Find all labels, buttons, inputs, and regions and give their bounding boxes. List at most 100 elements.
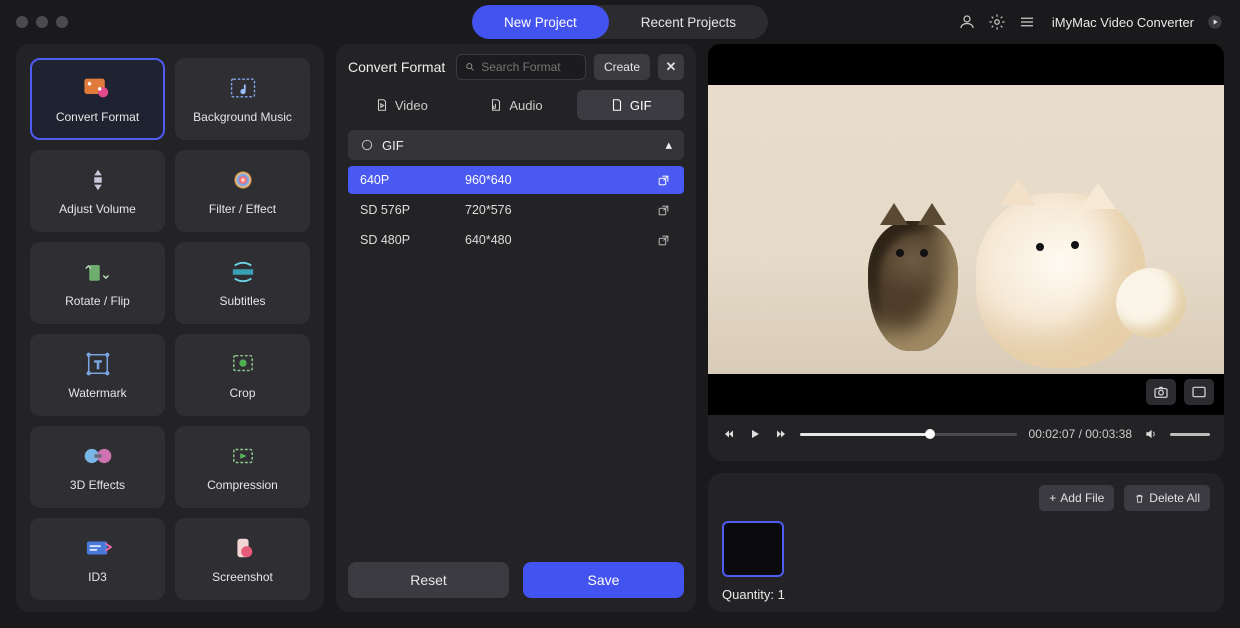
tool-filter-effect[interactable]: Filter / Effect <box>175 150 310 232</box>
video-viewport[interactable] <box>708 44 1224 415</box>
tool-label: Adjust Volume <box>59 202 136 216</box>
tool-label: Watermark <box>68 386 126 400</box>
tool-label: 3D Effects <box>70 478 125 492</box>
format-row[interactable]: 640P960*640 <box>348 166 684 194</box>
tab-video[interactable]: Video <box>348 90 455 120</box>
tool-screenshot[interactable]: Screenshot <box>175 518 310 600</box>
3d-effects-icon <box>81 442 115 470</box>
watermark-icon: T <box>81 350 115 378</box>
quantity-display: Quantity: 1 <box>722 587 1210 602</box>
reset-button[interactable]: Reset <box>348 562 509 598</box>
tool-label: Background Music <box>193 110 292 124</box>
tool-id3[interactable]: ID3 <box>30 518 165 600</box>
file-bar: + Add File Delete All Quantity: 1 <box>708 473 1224 612</box>
format-search[interactable] <box>456 54 586 80</box>
tool-label: Rotate / Flip <box>65 294 130 308</box>
tab-new-project[interactable]: New Project <box>472 5 609 39</box>
tab-audio-label: Audio <box>509 98 542 113</box>
time-total: 00:03:38 <box>1085 427 1132 441</box>
quantity-value: 1 <box>778 587 785 602</box>
open-format-button[interactable] <box>654 231 672 249</box>
subtitles-icon <box>226 258 260 286</box>
tools-panel: Convert Format Background Music Adjust Vol… <box>16 44 324 612</box>
gear-icon[interactable] <box>988 13 1006 31</box>
screenshot-icon <box>226 534 260 562</box>
tool-compression[interactable]: Compression <box>175 426 310 508</box>
time-current: 00:02:07 <box>1029 427 1076 441</box>
tool-watermark[interactable]: T Watermark <box>30 334 165 416</box>
traffic-max[interactable] <box>56 16 68 28</box>
panel-title: Convert Format <box>348 59 445 75</box>
svg-text:T: T <box>94 360 101 372</box>
format-resolution: 720*576 <box>465 203 654 217</box>
tool-background-music[interactable]: Background Music <box>175 58 310 140</box>
delete-all-button[interactable]: Delete All <box>1124 485 1210 511</box>
delete-all-label: Delete All <box>1149 491 1200 505</box>
video-frame <box>708 85 1224 374</box>
preview-panel: 00:02:07 / 00:03:38 <box>708 44 1224 461</box>
create-format-button[interactable]: Create <box>594 54 650 80</box>
add-file-label: Add File <box>1060 491 1104 505</box>
menu-icon[interactable] <box>1018 13 1036 31</box>
close-panel-button[interactable]: ✕ <box>658 54 684 80</box>
gif-file-icon <box>610 98 624 112</box>
play-chip-icon[interactable] <box>1206 13 1224 31</box>
format-row[interactable]: SD 480P640*480 <box>348 226 684 254</box>
format-group-header[interactable]: GIF ▴ <box>348 130 684 160</box>
volume-button[interactable] <box>1144 427 1158 441</box>
project-segmented-control: New Project Recent Projects <box>472 5 768 39</box>
background-music-icon <box>226 74 260 102</box>
open-format-button[interactable] <box>654 171 672 189</box>
compression-icon <box>226 442 260 470</box>
tool-label: Convert Format <box>56 110 139 124</box>
tool-3d-effects[interactable]: 3D Effects <box>30 426 165 508</box>
chevron-up-icon: ▴ <box>665 137 672 153</box>
open-format-button[interactable] <box>654 201 672 219</box>
account-icon[interactable] <box>958 13 976 31</box>
skip-back-button[interactable] <box>722 427 736 441</box>
format-search-input[interactable] <box>481 60 577 74</box>
adjust-volume-icon <box>81 166 115 194</box>
seek-bar[interactable] <box>800 433 1017 436</box>
app-name: iMyMac Video Converter <box>1052 15 1194 30</box>
format-name: SD 480P <box>360 233 465 247</box>
plus-icon: + <box>1049 491 1056 505</box>
tab-video-label: Video <box>395 98 428 113</box>
transport-bar: 00:02:07 / 00:03:38 <box>708 415 1224 453</box>
tool-label: Filter / Effect <box>209 202 276 216</box>
traffic-lights <box>16 16 68 28</box>
preview-subject-1 <box>868 221 958 351</box>
tab-gif[interactable]: GIF <box>577 90 684 120</box>
add-file-button[interactable]: + Add File <box>1039 485 1114 511</box>
tool-subtitles[interactable]: Subtitles <box>175 242 310 324</box>
skip-forward-button[interactable] <box>774 427 788 441</box>
time-display: 00:02:07 / 00:03:38 <box>1029 427 1132 441</box>
format-name: 640P <box>360 173 465 187</box>
fullscreen-button[interactable] <box>1184 379 1214 405</box>
play-button[interactable] <box>748 427 762 441</box>
tool-convert-format[interactable]: Convert Format <box>30 58 165 140</box>
traffic-close[interactable] <box>16 16 28 28</box>
tool-crop[interactable]: Crop <box>175 334 310 416</box>
audio-file-icon <box>489 98 503 112</box>
format-resolution: 960*640 <box>465 173 654 187</box>
tool-adjust-volume[interactable]: Adjust Volume <box>30 150 165 232</box>
snapshot-button[interactable] <box>1146 379 1176 405</box>
gif-group-icon <box>360 138 374 152</box>
tool-rotate-flip[interactable]: Rotate / Flip <box>30 242 165 324</box>
format-resolution: 640*480 <box>465 233 654 247</box>
format-row[interactable]: SD 576P720*576 <box>348 196 684 224</box>
tool-label: Compression <box>207 478 278 492</box>
traffic-min[interactable] <box>36 16 48 28</box>
file-thumbnail[interactable] <box>722 521 784 577</box>
fullscreen-icon <box>1191 385 1207 399</box>
tool-label: ID3 <box>88 570 107 584</box>
volume-slider[interactable] <box>1170 433 1210 436</box>
id3-icon <box>81 534 115 562</box>
video-file-icon <box>375 98 389 112</box>
save-button[interactable]: Save <box>523 562 684 598</box>
search-icon <box>465 61 475 73</box>
convert-format-icon <box>81 74 115 102</box>
tab-audio[interactable]: Audio <box>463 90 570 120</box>
tab-recent-projects[interactable]: Recent Projects <box>609 5 768 39</box>
